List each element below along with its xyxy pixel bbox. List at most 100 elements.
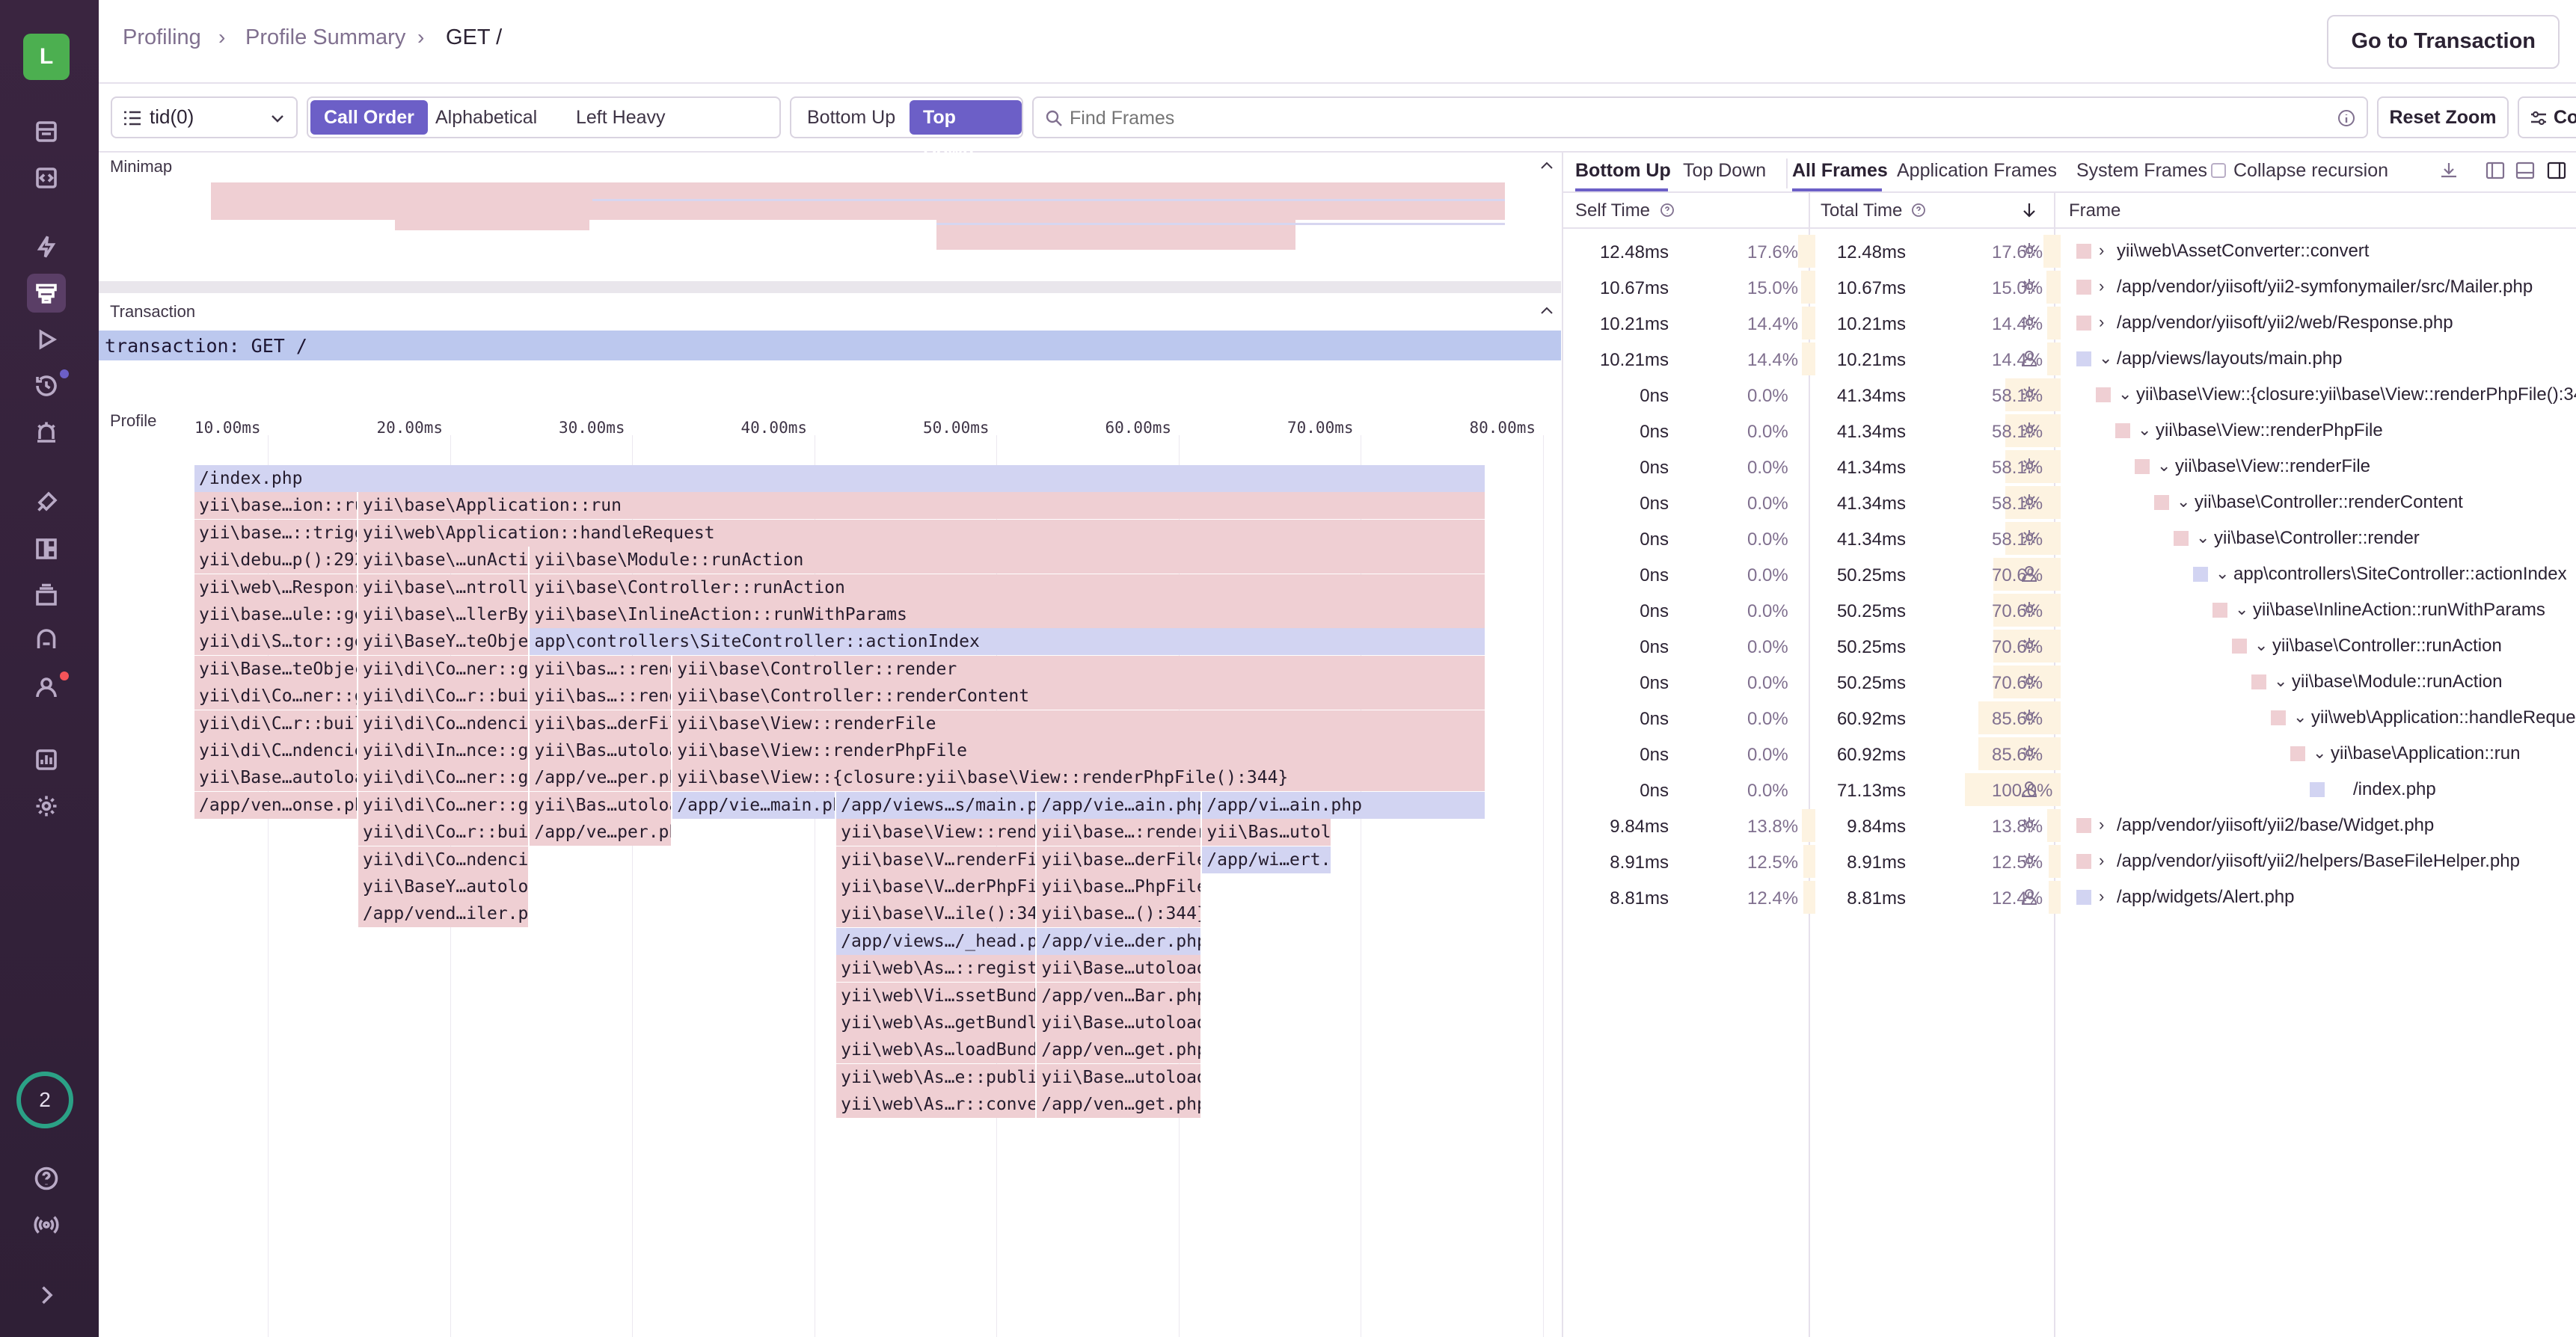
- broadcasts-icon[interactable]: [27, 1205, 66, 1244]
- tab-all-frames[interactable]: All Frames: [1792, 160, 1888, 182]
- chevron-down-icon[interactable]: ⌄: [2157, 456, 2171, 476]
- stats-chart-icon[interactable]: [27, 740, 66, 779]
- chevron-down-icon[interactable]: ⌄: [2274, 671, 2287, 691]
- column-self-time[interactable]: Self Time: [1575, 200, 1650, 221]
- chevron-down-icon[interactable]: ⌄: [2196, 528, 2209, 547]
- chevron-down-icon[interactable]: ⌄: [2138, 420, 2151, 440]
- table-row[interactable]: 9.84ms 13.8% 9.84ms 13.8% ›/app/vendor/yiiso…: [1563, 808, 2576, 843]
- download-icon[interactable]: [2438, 160, 2459, 181]
- flamegraph-frame[interactable]: yii\base\…unAction: [358, 547, 530, 574]
- flamegraph-frame[interactable]: yii\base…ion::run: [194, 492, 358, 520]
- flamegraph-frame[interactable]: yii\base\Controller::render: [672, 655, 1486, 683]
- flamegraph-frame[interactable]: yii\di\Co…ner::get: [194, 683, 358, 710]
- flamegraph-frame[interactable]: yii\di\Co…ndencies: [358, 846, 530, 873]
- flamegraph-frame[interactable]: yii\base…():344}: [1037, 900, 1203, 928]
- column-frame[interactable]: Frame: [2069, 200, 2120, 221]
- flamegraph-frame[interactable]: yii\di\C…ndencies: [194, 737, 358, 764]
- flamegraph-frame[interactable]: yii\base\Controller::runAction: [530, 574, 1486, 601]
- transaction-span[interactable]: transaction: GET /: [99, 331, 1561, 360]
- sort-call-order[interactable]: Call Order: [310, 100, 428, 135]
- flamegraph-frame[interactable]: yii\base\View::render: [836, 819, 1037, 846]
- replays-icon[interactable]: [27, 320, 66, 359]
- flamegraph-frame[interactable]: /index.php: [194, 465, 1486, 492]
- flamegraph-frame[interactable]: yii\bas…derFile: [530, 710, 673, 737]
- flamegraph-frame[interactable]: yii\di\Co…r::build: [358, 683, 530, 710]
- flamegraph-frame[interactable]: /app/vi…ain.php: [1202, 791, 1486, 819]
- flamegraph-frame[interactable]: yii\base\Module::runAction: [530, 547, 1486, 574]
- flamegraph-frame[interactable]: /app/vie…main.php: [672, 791, 837, 819]
- flamegraph-frame[interactable]: yii\web\As…::register: [836, 955, 1037, 983]
- chevron-down-icon[interactable]: ⌄: [2118, 384, 2132, 404]
- flamegraph-frame[interactable]: yii\Base…utoload: [1037, 1009, 1203, 1036]
- flamegraph-frame[interactable]: yii\base\View::{closure:yii\base\View::r…: [672, 764, 1486, 792]
- flamegraph-frame[interactable]: /app/ven…get.php: [1037, 1036, 1203, 1064]
- flamegraph-frame[interactable]: yii\base\…ntroller: [358, 574, 530, 601]
- table-row[interactable]: 0ns 0.0% 41.34ms 58.1% ⌄ yii\base\Controller:…: [1563, 485, 2576, 520]
- collapse-transaction-icon[interactable]: [1539, 304, 1554, 319]
- flamegraph-frame[interactable]: /app/wi…ert.php: [1202, 846, 1333, 873]
- chevron-right-icon[interactable]: ›: [2099, 313, 2104, 332]
- org-avatar[interactable]: L: [23, 34, 70, 80]
- performance-icon[interactable]: [27, 227, 66, 266]
- view-bottom-up[interactable]: Bottom Up: [794, 100, 909, 135]
- layout-left-icon[interactable]: [2485, 160, 2506, 181]
- table-row[interactable]: 12.48ms 17.6% 12.48ms 17.6% › yii\web\AssetCo…: [1563, 233, 2576, 269]
- table-row[interactable]: 0ns 0.0% 50.25ms 70.6% ⌄ yii\base\Controller:…: [1563, 628, 2576, 664]
- flamegraph-frame[interactable]: /app/ve…per.php: [530, 819, 673, 846]
- alerts-siren-icon[interactable]: [27, 413, 66, 452]
- flamegraph-frame[interactable]: yii\base…::trigger: [194, 519, 358, 547]
- flamegraph-frame[interactable]: /app/vie…der.php: [1037, 927, 1203, 955]
- table-row[interactable]: 0ns 0.0% 50.25ms 70.6% ⌄ app\controllers\Site…: [1563, 556, 2576, 592]
- flamegraph-frame[interactable]: yii\base…:render: [1037, 819, 1203, 846]
- flamegraph-frame[interactable]: yii\web\…Response: [194, 574, 358, 601]
- flamegraph-frame[interactable]: yii\base…PhpFile: [1037, 873, 1203, 900]
- tab-system-frames[interactable]: System Frames: [2076, 160, 2207, 182]
- table-row[interactable]: 0ns 0.0% 41.34ms 58.1% ⌄ yii\base\View::{clos…: [1563, 377, 2576, 413]
- onboarding-progress[interactable]: 2: [16, 1072, 73, 1128]
- chevron-down-icon[interactable]: ⌄: [2293, 707, 2307, 727]
- flamegraph-frame[interactable]: yii\base\View::renderPhpFile: [672, 737, 1486, 764]
- chevron-down-icon[interactable]: ⌄: [2313, 743, 2326, 763]
- discover-icon[interactable]: [27, 622, 66, 661]
- flamegraph-frame[interactable]: yii\di\Co…ner::get: [358, 655, 530, 683]
- table-row[interactable]: 0ns 0.0% 60.92ms 85.6% ⌄ yii\base\Application…: [1563, 736, 2576, 772]
- flamegraph-frame[interactable]: yii\di\S…tor::get: [194, 628, 358, 656]
- flamegraph-frame[interactable]: yii\BaseY…autoload: [358, 873, 530, 900]
- flamegraph-frame[interactable]: yii\base\Application::run: [358, 492, 1486, 520]
- flamegraph-frame[interactable]: yii\Base…teObject: [194, 655, 358, 683]
- breadcrumb-profile-summary[interactable]: Profile Summary: [245, 25, 405, 50]
- chevron-down-icon[interactable]: ⌄: [2254, 636, 2268, 655]
- find-frames-input[interactable]: [1068, 102, 2313, 134]
- view-top-down[interactable]: Top Down: [910, 100, 1022, 162]
- flamegraph-frame[interactable]: yii\di\Co…r::build: [358, 819, 530, 846]
- flamegraph-frame[interactable]: yii\base…derFile: [1037, 846, 1203, 873]
- layout-bottom-icon[interactable]: [2515, 160, 2536, 181]
- table-row[interactable]: 0ns 0.0% 60.92ms 85.6% ⌄ yii\web\Application:…: [1563, 700, 2576, 736]
- help-circle-icon[interactable]: [1910, 202, 1927, 218]
- help-circle-icon[interactable]: [1659, 202, 1675, 218]
- flamegraph-frame[interactable]: yii\base\V…renderFile: [836, 846, 1037, 873]
- breadcrumb-profiling[interactable]: Profiling: [123, 25, 201, 50]
- flamegraph-frame[interactable]: /app/ven…onse.php: [194, 791, 358, 819]
- flamegraph-frame[interactable]: /app/vend…iler.php: [358, 900, 530, 928]
- sort-alphabetical[interactable]: Alphabetical: [422, 100, 551, 135]
- flamegraph-frame[interactable]: yii\web\As…loadBundle: [836, 1036, 1037, 1064]
- tab-top-down[interactable]: Top Down: [1683, 160, 1766, 182]
- flamegraph-frame[interactable]: yii\Base…utoload: [1037, 955, 1203, 983]
- flamegraph-frame[interactable]: yii\web\As…r::convert: [836, 1091, 1037, 1119]
- flamegraph-frame[interactable]: yii\di\Co…ndencies: [358, 710, 530, 737]
- column-total-time[interactable]: Total Time: [1821, 200, 1902, 221]
- flamegraph-frame[interactable]: yii\Bas…utoload: [530, 791, 673, 819]
- flamegraph-frame[interactable]: yii\web\Vi…ssetBundle: [836, 982, 1037, 1009]
- flamegraph-frame[interactable]: yii\base\InlineAction::runWithParams: [530, 601, 1486, 628]
- table-row[interactable]: 0ns 0.0% 71.13ms 100.0%/index.php: [1563, 772, 2576, 808]
- chevron-down-icon[interactable]: ⌄: [2235, 600, 2248, 619]
- flamegraph-frame[interactable]: yii\di\Co…ner::get: [358, 764, 530, 792]
- minimap-resize-handle[interactable]: [99, 281, 1561, 293]
- flamegraph-frame[interactable]: /app/ven…get.php: [1037, 1091, 1203, 1119]
- settings-gear-icon[interactable]: [27, 787, 66, 826]
- flamegraph-frame[interactable]: /app/ve…per.php: [530, 764, 673, 792]
- table-row[interactable]: 0ns 0.0% 41.34ms 58.1% ⌄ yii\base\View::rende…: [1563, 413, 2576, 449]
- go-to-transaction-button[interactable]: Go to Transaction: [2327, 15, 2560, 69]
- tab-application-frames[interactable]: Application Frames: [1897, 160, 2057, 182]
